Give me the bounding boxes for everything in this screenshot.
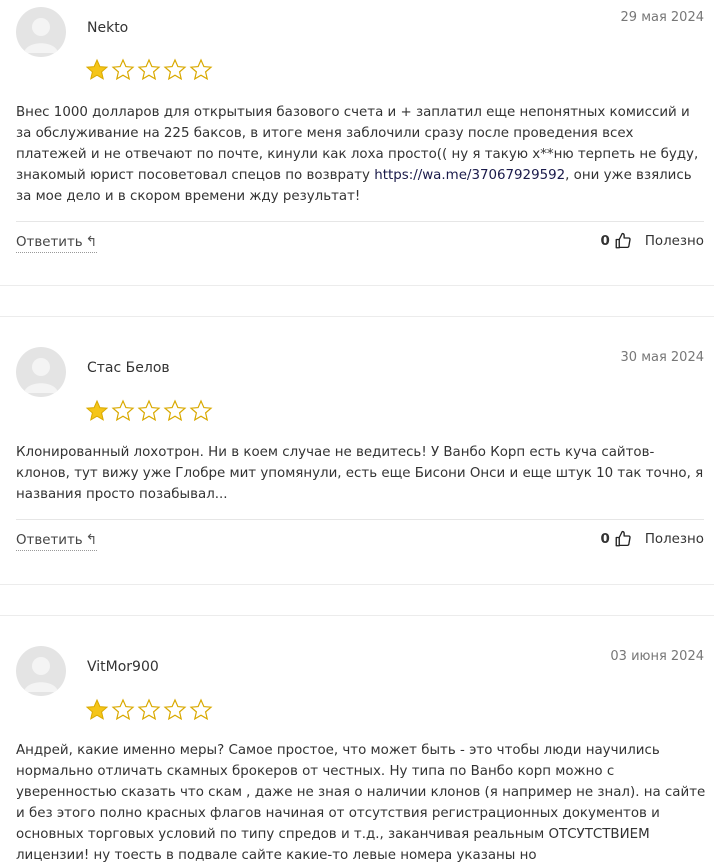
rating-stars (85, 698, 213, 722)
star-empty-icon (163, 399, 187, 422)
review-link[interactable]: https://wa.me/37067929592 (374, 168, 565, 183)
reply-label: Ответить (16, 533, 83, 548)
likes-block: 0 Полезно (601, 530, 704, 548)
reply-label: Ответить (16, 235, 83, 250)
reply-button[interactable]: Ответить ↰ (16, 532, 98, 551)
reply-button[interactable]: Ответить ↰ (16, 234, 98, 253)
review-author[interactable]: Стас Белов (87, 360, 170, 376)
likes-count: 0 (600, 233, 610, 249)
star-filled-icon (85, 399, 109, 421)
avatar (16, 646, 66, 696)
review-author[interactable]: Nekto (87, 20, 128, 36)
star-filled-icon (85, 58, 109, 80)
thumbs-up-icon[interactable] (614, 530, 632, 548)
review-text: Андрей, какие именно меры? Самое простое… (16, 743, 706, 863)
divider (0, 316, 714, 317)
divider (0, 615, 714, 616)
review-author[interactable]: VitMor900 (87, 659, 159, 675)
rating-stars (85, 58, 213, 82)
reply-arrow-icon: ↰ (85, 234, 98, 250)
rating-stars (85, 399, 213, 423)
useful-button[interactable]: Полезно (645, 532, 704, 547)
avatar (16, 347, 66, 397)
star-empty-icon (111, 698, 135, 721)
star-filled-icon (85, 698, 109, 720)
star-empty-icon (189, 698, 213, 721)
star-empty-icon (111, 58, 135, 81)
review-date: 03 июня 2024 (610, 649, 704, 664)
avatar (16, 7, 66, 57)
review-date: 29 мая 2024 (620, 10, 704, 25)
star-empty-icon (137, 698, 161, 721)
star-empty-icon (163, 58, 187, 81)
useful-button[interactable]: Полезно (645, 234, 704, 249)
review-date: 30 мая 2024 (620, 350, 704, 365)
likes-block: 0 Полезно (601, 232, 704, 250)
review-text: Внес 1000 долларов для открытыия базовог… (16, 102, 706, 207)
star-empty-icon (189, 399, 213, 422)
review-text: Клонированный лохотрон. Ни в коем случае… (16, 445, 704, 502)
star-empty-icon (189, 58, 213, 81)
star-empty-icon (137, 58, 161, 81)
star-empty-icon (111, 399, 135, 422)
reply-arrow-icon: ↰ (85, 532, 98, 548)
star-empty-icon (137, 399, 161, 422)
divider (0, 285, 714, 286)
separator (16, 519, 704, 520)
star-empty-icon (163, 698, 187, 721)
divider (0, 584, 714, 585)
thumbs-up-icon[interactable] (614, 232, 632, 250)
likes-count: 0 (600, 531, 610, 547)
separator (16, 221, 704, 222)
